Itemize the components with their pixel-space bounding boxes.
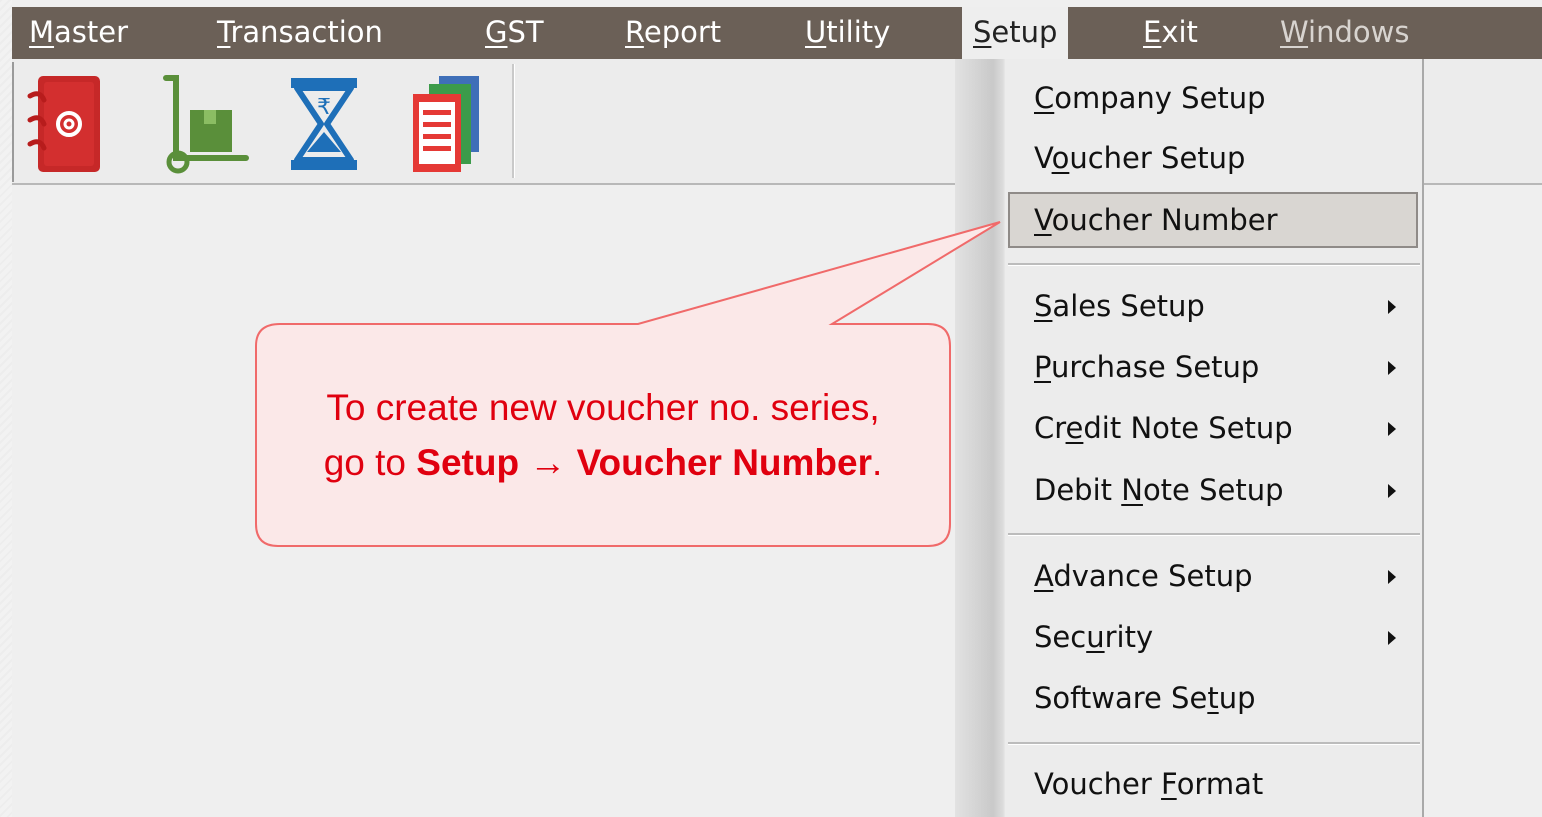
callout-text: To create new voucher no. series, go to … bbox=[256, 324, 950, 546]
callout-line-2: go to Setup → Voucher Number. bbox=[323, 442, 883, 483]
callout-line-1: To create new voucher no. series, bbox=[326, 386, 880, 428]
